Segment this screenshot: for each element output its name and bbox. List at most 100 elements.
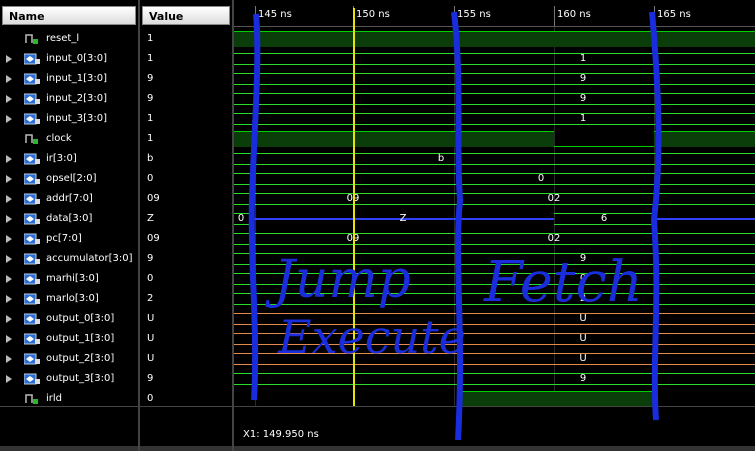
signal-row[interactable]: input_1[3:0] bbox=[0, 69, 138, 89]
signal-row[interactable]: input_2[3:0] bbox=[0, 89, 138, 109]
signal-name: input_2[3:0] bbox=[46, 93, 107, 104]
high-level bbox=[234, 31, 755, 47]
expand-arrow-icon[interactable] bbox=[6, 195, 12, 203]
signal-row[interactable]: ir[3:0] bbox=[0, 149, 138, 169]
signal-row[interactable]: output_1[3:0] bbox=[0, 329, 138, 349]
expand-arrow-icon[interactable] bbox=[6, 95, 12, 103]
signal-row[interactable]: marhi[3:0] bbox=[0, 269, 138, 289]
signal-name: input_1[3:0] bbox=[46, 73, 107, 84]
signal-name: data[3:0] bbox=[46, 213, 93, 224]
signal-name: addr[7:0] bbox=[46, 193, 93, 204]
expand-arrow-icon[interactable] bbox=[6, 315, 12, 323]
signal-name: output_1[3:0] bbox=[46, 333, 115, 344]
expand-arrow-icon[interactable] bbox=[6, 375, 12, 383]
signal-row[interactable]: opsel[2:0] bbox=[0, 169, 138, 189]
bus-edge bbox=[234, 173, 755, 174]
signal-value-row: 1 bbox=[140, 109, 232, 129]
bus-signal-icon bbox=[23, 173, 40, 185]
signal-value: 1 bbox=[147, 33, 154, 44]
bus-edge bbox=[234, 373, 755, 374]
signal-name: pc[7:0] bbox=[46, 233, 82, 244]
waveform-input-3: 1 bbox=[234, 109, 755, 129]
signal-name: input_0[3:0] bbox=[46, 53, 107, 64]
signal-row[interactable]: output_3[3:0] bbox=[0, 369, 138, 389]
value-panel-scrollbar[interactable] bbox=[140, 446, 232, 451]
annotation-jump: Jump bbox=[274, 250, 411, 310]
signal-row[interactable]: addr[7:0] bbox=[0, 189, 138, 209]
signal-value-row: U bbox=[140, 349, 232, 369]
expand-arrow-icon[interactable] bbox=[6, 75, 12, 83]
expand-arrow-icon[interactable] bbox=[6, 55, 12, 63]
bus-value: 6 bbox=[600, 213, 608, 224]
high-level bbox=[454, 131, 554, 147]
waveform-data: 0 Z 6 bbox=[234, 209, 755, 229]
bus-value: U bbox=[579, 333, 587, 344]
expand-arrow-icon[interactable] bbox=[6, 215, 12, 223]
bit-signal-icon bbox=[24, 33, 40, 45]
expand-arrow-icon[interactable] bbox=[6, 355, 12, 363]
signal-value-row: 1 bbox=[140, 49, 232, 69]
tick-label: 160 ns bbox=[557, 9, 591, 20]
signal-row[interactable]: input_3[3:0] bbox=[0, 109, 138, 129]
waveform-input-0: 1 bbox=[234, 49, 755, 69]
bus-signal-icon bbox=[23, 253, 40, 265]
tick-label: 150 ns bbox=[356, 9, 390, 20]
expand-arrow-icon[interactable] bbox=[6, 235, 12, 243]
expand-arrow-icon[interactable] bbox=[6, 155, 12, 163]
waveform-panel[interactable]: 145 ns 150 ns 155 ns 160 ns 165 ns 1 9 9… bbox=[234, 0, 755, 451]
annotation-execute: Execute bbox=[278, 310, 466, 364]
bus-edge bbox=[234, 53, 755, 54]
signal-row[interactable]: marlo[3:0] bbox=[0, 289, 138, 309]
signal-value: U bbox=[147, 333, 155, 344]
signal-value-row: 1 bbox=[140, 129, 232, 149]
signal-value-panel: Value 1 1 9 9 1 1 b 0 09 Z 09 9 0 2 U U U 9 0 bbox=[140, 0, 234, 451]
bit-signal-icon bbox=[24, 133, 40, 145]
signal-value-row: 2 bbox=[140, 289, 232, 309]
waveform-reset-l bbox=[234, 29, 755, 49]
signal-value: 0 bbox=[147, 173, 154, 184]
tick-label: 165 ns bbox=[657, 9, 691, 20]
signal-row[interactable]: accumulator[3:0] bbox=[0, 249, 138, 269]
bus-value: Z bbox=[399, 213, 407, 224]
name-panel-footer bbox=[0, 406, 138, 451]
signal-row[interactable]: input_0[3:0] bbox=[0, 49, 138, 69]
signal-row[interactable]: clock bbox=[0, 129, 138, 149]
signal-row[interactable]: data[3:0] bbox=[0, 209, 138, 229]
signal-row[interactable]: reset_l bbox=[0, 29, 138, 49]
name-column-header[interactable]: Name bbox=[2, 6, 136, 25]
expand-arrow-icon[interactable] bbox=[6, 295, 12, 303]
signal-value: 2 bbox=[147, 293, 154, 304]
annotation-fetch: Fetch bbox=[484, 250, 643, 315]
expand-arrow-icon[interactable] bbox=[6, 275, 12, 283]
bus-edge bbox=[234, 384, 755, 385]
expand-arrow-icon[interactable] bbox=[6, 115, 12, 123]
bus-signal-icon bbox=[23, 313, 40, 325]
waveform-pc: 09 02 bbox=[234, 229, 755, 249]
signal-value-row: 1 bbox=[140, 29, 232, 49]
bus-value: 02 bbox=[547, 193, 561, 204]
bus-signal-icon bbox=[23, 373, 40, 385]
bus-edge bbox=[234, 184, 755, 185]
waveform-clock bbox=[234, 129, 755, 149]
expand-arrow-icon[interactable] bbox=[6, 175, 12, 183]
signal-row[interactable]: pc[7:0] bbox=[0, 229, 138, 249]
bus-signal-icon bbox=[23, 153, 40, 165]
bus-signal-icon bbox=[23, 353, 40, 365]
bus-value: 02 bbox=[547, 233, 561, 244]
bus-value: 9 bbox=[579, 373, 587, 384]
name-panel-scrollbar[interactable] bbox=[0, 446, 138, 451]
expand-arrow-icon[interactable] bbox=[6, 255, 12, 263]
signal-row[interactable]: output_0[3:0] bbox=[0, 309, 138, 329]
signal-value: 9 bbox=[147, 253, 154, 264]
time-ruler[interactable]: 145 ns 150 ns 155 ns 160 ns 165 ns bbox=[234, 6, 755, 27]
bus-value: 9 bbox=[579, 93, 587, 104]
value-column-header[interactable]: Value bbox=[142, 6, 230, 25]
bus-edge bbox=[234, 233, 755, 234]
signal-value: 1 bbox=[147, 53, 154, 64]
expand-arrow-icon[interactable] bbox=[6, 335, 12, 343]
bus-signal-icon bbox=[23, 333, 40, 345]
signal-value: 9 bbox=[147, 73, 154, 84]
signal-row[interactable]: output_2[3:0] bbox=[0, 349, 138, 369]
signal-name: output_2[3:0] bbox=[46, 353, 115, 364]
waveform-scrollbar[interactable] bbox=[234, 446, 755, 451]
